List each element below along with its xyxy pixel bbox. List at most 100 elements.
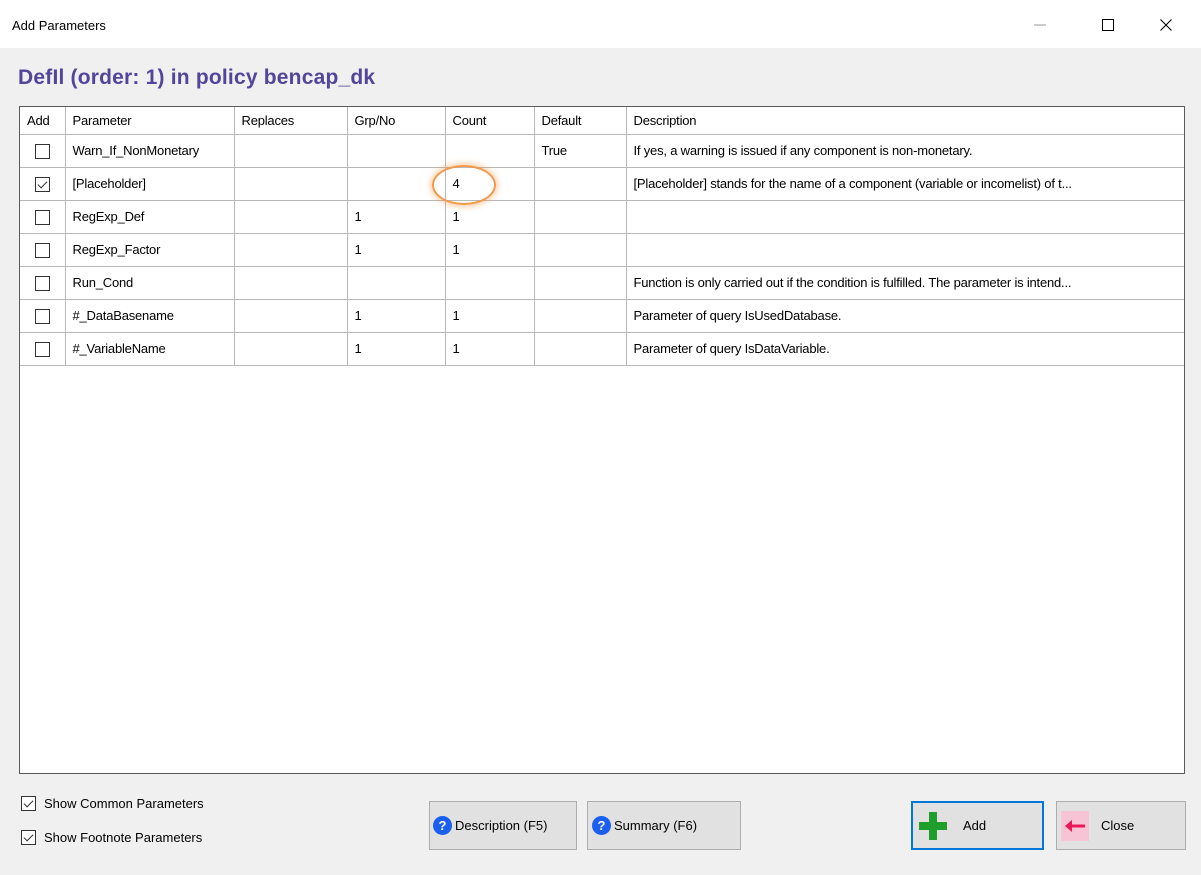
col-header-grp-no[interactable]: Grp/No bbox=[346, 107, 446, 135]
table-row[interactable]: [Placeholder] 4 [Placeholder] stands for… bbox=[20, 166, 1184, 201]
table-row[interactable]: RegExp_Factor 1 1 bbox=[20, 232, 1184, 267]
show-footnote-parameters-option[interactable]: Show Footnote Parameters bbox=[21, 830, 202, 845]
table-row[interactable]: RegExp_Def 1 1 bbox=[20, 199, 1184, 234]
add-cell[interactable] bbox=[20, 265, 66, 300]
count-cell[interactable] bbox=[444, 265, 535, 300]
replaces-cell[interactable] bbox=[233, 232, 348, 267]
close-icon bbox=[1160, 19, 1172, 31]
grp-no-cell[interactable]: 1 bbox=[346, 199, 446, 234]
table-row[interactable]: Warn_If_NonMonetary True If yes, a warni… bbox=[20, 133, 1184, 168]
add-checkbox[interactable] bbox=[34, 176, 50, 192]
parameter-cell[interactable]: #_DataBasename bbox=[64, 298, 235, 333]
replaces-cell[interactable] bbox=[233, 265, 348, 300]
maximize-icon bbox=[1102, 19, 1114, 31]
description-cell[interactable]: Parameter of query IsUsedDatabase. bbox=[625, 298, 1184, 333]
table-row[interactable]: Run_Cond Function is only carried out if… bbox=[20, 265, 1184, 300]
default-cell[interactable] bbox=[533, 232, 627, 267]
add-cell[interactable] bbox=[20, 298, 66, 333]
parameter-cell[interactable]: #_VariableName bbox=[64, 331, 235, 366]
table-header-row: Add Parameter Replaces Grp/No Count Defa… bbox=[20, 107, 1184, 135]
replaces-cell[interactable] bbox=[233, 133, 348, 168]
summary-button[interactable]: ? Summary (F6) bbox=[587, 801, 741, 850]
close-window-button[interactable] bbox=[1144, 8, 1188, 42]
add-checkbox[interactable] bbox=[34, 341, 50, 357]
parameters-grid[interactable]: Add Parameter Replaces Grp/No Count Defa… bbox=[19, 106, 1185, 774]
close-button-label: Close bbox=[1101, 818, 1135, 833]
replaces-cell[interactable] bbox=[233, 199, 348, 234]
parameter-cell[interactable]: Warn_If_NonMonetary bbox=[64, 133, 235, 168]
col-header-parameter[interactable]: Parameter bbox=[64, 107, 235, 135]
parameter-cell[interactable]: [Placeholder] bbox=[64, 166, 235, 201]
count-cell[interactable]: 1 bbox=[444, 199, 535, 234]
default-cell[interactable] bbox=[533, 265, 627, 300]
count-cell[interactable]: 1 bbox=[444, 298, 535, 333]
description-button-label: Description (F5) bbox=[455, 818, 548, 833]
default-cell[interactable] bbox=[533, 331, 627, 366]
parameters-table: Add Parameter Replaces Grp/No Count Defa… bbox=[20, 107, 1184, 366]
col-header-replaces[interactable]: Replaces bbox=[233, 107, 348, 135]
help-circle-icon: ? bbox=[592, 816, 611, 835]
green-plus-icon bbox=[919, 811, 947, 840]
count-cell[interactable]: 1 bbox=[444, 232, 535, 267]
table-row[interactable]: #_VariableName 1 1 Parameter of query Is… bbox=[20, 331, 1184, 366]
summary-button-label: Summary (F6) bbox=[614, 818, 698, 833]
description-cell[interactable]: If yes, a warning is issued if any compo… bbox=[625, 133, 1184, 168]
default-cell[interactable] bbox=[533, 166, 627, 201]
parameter-cell[interactable]: RegExp_Factor bbox=[64, 232, 235, 267]
col-header-description[interactable]: Description bbox=[625, 107, 1184, 135]
show-common-parameters-checkbox[interactable] bbox=[21, 796, 36, 811]
replaces-cell[interactable] bbox=[233, 166, 348, 201]
description-button[interactable]: ? Description (F5) bbox=[429, 801, 577, 850]
add-checkbox[interactable] bbox=[34, 242, 50, 258]
show-common-parameters-label: Show Common Parameters bbox=[44, 796, 204, 811]
show-footnote-parameters-checkbox[interactable] bbox=[21, 830, 36, 845]
show-common-parameters-option[interactable]: Show Common Parameters bbox=[21, 796, 204, 811]
show-footnote-parameters-label: Show Footnote Parameters bbox=[44, 830, 203, 845]
window-title: Add Parameters bbox=[12, 18, 106, 33]
replaces-cell[interactable] bbox=[233, 298, 348, 333]
grp-no-cell[interactable]: 1 bbox=[346, 298, 446, 333]
replaces-cell[interactable] bbox=[233, 331, 348, 366]
default-cell[interactable] bbox=[533, 199, 627, 234]
description-cell[interactable]: Function is only carried out if the cond… bbox=[625, 265, 1184, 300]
grp-no-cell[interactable]: 1 bbox=[346, 331, 446, 366]
help-circle-icon: ? bbox=[433, 816, 452, 835]
add-checkbox[interactable] bbox=[34, 308, 50, 324]
minimize-button[interactable] bbox=[1018, 8, 1062, 42]
grp-no-cell[interactable]: 1 bbox=[346, 232, 446, 267]
close-button[interactable]: Close bbox=[1056, 801, 1186, 850]
description-cell[interactable]: [Placeholder] stands for the name of a c… bbox=[625, 166, 1184, 201]
add-cell[interactable] bbox=[20, 133, 66, 168]
count-cell[interactable]: 1 bbox=[444, 331, 535, 366]
add-cell[interactable] bbox=[20, 199, 66, 234]
add-button[interactable]: Add bbox=[911, 801, 1044, 850]
count-cell[interactable] bbox=[444, 133, 535, 168]
minimize-icon bbox=[1034, 24, 1046, 26]
add-cell[interactable] bbox=[20, 232, 66, 267]
add-cell[interactable] bbox=[20, 166, 66, 201]
count-cell[interactable]: 4 bbox=[444, 166, 535, 201]
red-arrow-left-icon bbox=[1061, 810, 1089, 841]
parameter-cell[interactable]: RegExp_Def bbox=[64, 199, 235, 234]
add-cell[interactable] bbox=[20, 331, 66, 366]
default-cell[interactable] bbox=[533, 298, 627, 333]
grp-no-cell[interactable] bbox=[346, 166, 446, 201]
title-bar: Add Parameters bbox=[0, 0, 1201, 48]
parameter-cell[interactable]: Run_Cond bbox=[64, 265, 235, 300]
description-cell[interactable] bbox=[625, 199, 1184, 234]
maximize-button[interactable] bbox=[1086, 8, 1130, 42]
table-row[interactable]: #_DataBasename 1 1 Parameter of query Is… bbox=[20, 298, 1184, 333]
col-header-count[interactable]: Count bbox=[444, 107, 535, 135]
grp-no-cell[interactable] bbox=[346, 133, 446, 168]
description-cell[interactable] bbox=[625, 232, 1184, 267]
add-checkbox[interactable] bbox=[34, 209, 50, 225]
add-checkbox[interactable] bbox=[34, 275, 50, 291]
page-title: DefIl (order: 1) in policy bencap_dk bbox=[18, 66, 376, 89]
grp-no-cell[interactable] bbox=[346, 265, 446, 300]
description-cell[interactable]: Parameter of query IsDataVariable. bbox=[625, 331, 1184, 366]
add-checkbox[interactable] bbox=[34, 143, 50, 159]
col-header-add[interactable]: Add bbox=[20, 107, 66, 135]
default-cell[interactable]: True bbox=[533, 133, 627, 168]
col-header-default[interactable]: Default bbox=[533, 107, 627, 135]
add-button-label: Add bbox=[963, 818, 987, 833]
